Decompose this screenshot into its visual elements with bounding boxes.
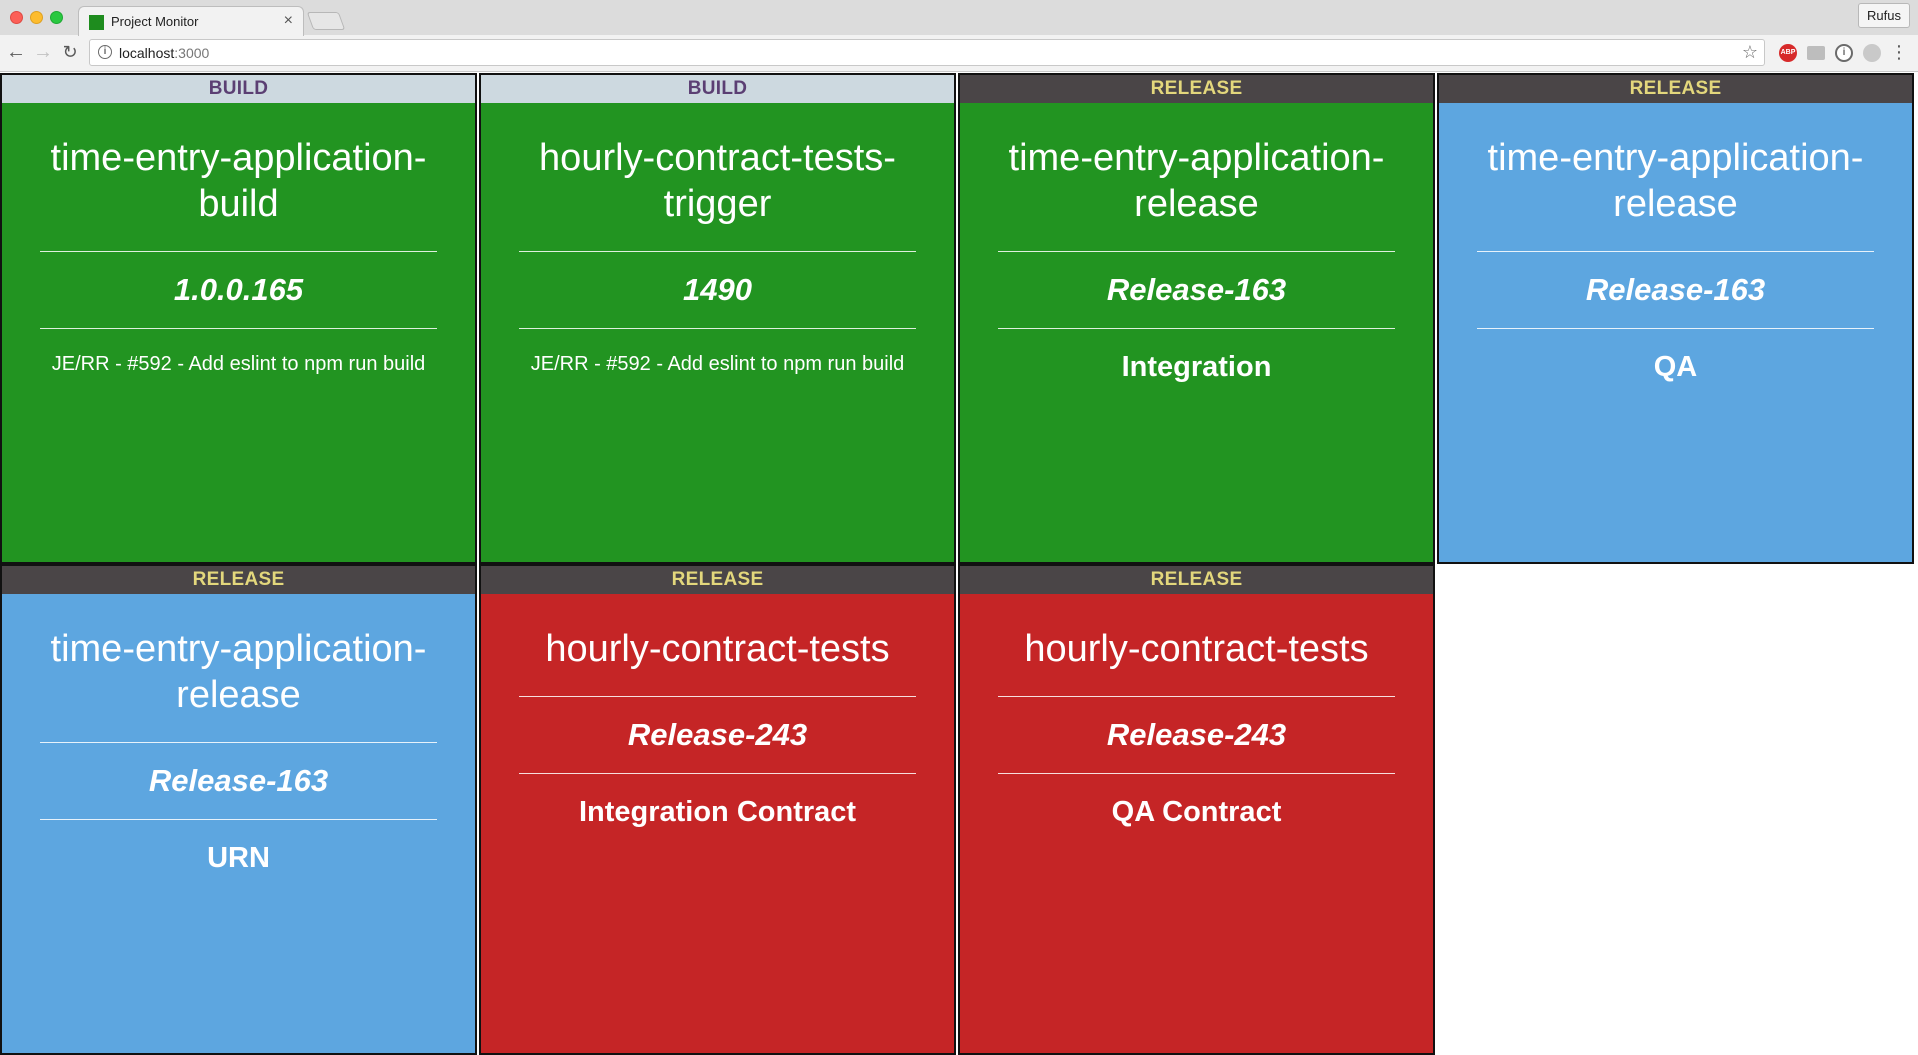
info-icon[interactable]: i (98, 45, 112, 59)
tile-status-panel: hourly-contract-tests-trigger 1490 JE/RR… (481, 103, 954, 562)
tile-type-label: RELEASE (960, 566, 1433, 594)
environment-label: QA (1653, 351, 1698, 383)
project-tile[interactable]: BUILD time-entry-application-build 1.0.0… (0, 73, 477, 564)
project-detail: JE/RR - #592 - Add eslint to npm run bui… (530, 353, 905, 375)
browser-toolbar: ← → ↻ i localhost:3000 ☆ ABP i ⋮ (0, 35, 1918, 71)
tile-status-panel: hourly-contract-tests Release-243 Integr… (481, 594, 954, 1053)
project-tile[interactable]: RELEASE time-entry-application-release R… (0, 564, 477, 1055)
extension-muted-icon[interactable] (1863, 44, 1881, 62)
forward-arrow-icon[interactable]: → (31, 41, 55, 65)
new-tab-button[interactable] (306, 12, 346, 30)
tile-type-label: RELEASE (481, 566, 954, 594)
extension-icon[interactable] (1807, 46, 1825, 60)
project-name: time-entry-application-release (50, 628, 427, 716)
tab-title: Project Monitor (111, 14, 199, 29)
project-version: Release-243 (1106, 717, 1287, 752)
star-icon[interactable]: ☆ (1742, 42, 1758, 63)
tile-status-panel: hourly-contract-tests Release-243 QA Con… (960, 594, 1433, 1053)
project-name: time-entry-application-release (1008, 137, 1385, 225)
project-name: time-entry-application-build (50, 137, 427, 225)
url-text[interactable]: localhost:3000 (119, 45, 209, 61)
tile-status-panel: time-entry-application-release Release-1… (960, 103, 1433, 562)
project-name: hourly-contract-tests-trigger (539, 137, 896, 225)
project-version: 1.0.0.165 (173, 272, 304, 307)
project-version: Release-163 (1585, 272, 1766, 307)
tile-type-label: BUILD (481, 75, 954, 103)
tab-close-icon[interactable]: × (284, 12, 293, 30)
tab-project-monitor[interactable]: Project Monitor × (78, 6, 304, 36)
project-name: time-entry-application-release (1487, 137, 1864, 225)
browser-chrome: Project Monitor × Rufus ← → ↻ i localhos… (0, 0, 1918, 72)
url-port: :3000 (174, 45, 210, 61)
adblock-icon[interactable]: ABP (1779, 44, 1797, 62)
tab-strip: Project Monitor × Rufus (0, 0, 1918, 36)
project-tile[interactable]: BUILD hourly-contract-tests-trigger 1490… (479, 73, 956, 564)
back-arrow-icon[interactable]: ← (4, 41, 28, 65)
profile-button[interactable]: Rufus (1858, 3, 1910, 28)
close-window-button[interactable] (10, 11, 23, 24)
url-host: localhost (119, 45, 175, 61)
project-tile[interactable]: RELEASE time-entry-application-release R… (1437, 73, 1914, 564)
zoom-window-button[interactable] (50, 11, 63, 24)
tile-type-label: RELEASE (1439, 75, 1912, 103)
environment-label: Integration Contract (578, 796, 857, 828)
project-version: Release-163 (1106, 272, 1287, 307)
project-monitor-grid: BUILD time-entry-application-build 1.0.0… (0, 73, 1918, 1055)
project-tile[interactable]: RELEASE hourly-contract-tests Release-24… (479, 564, 956, 1055)
address-bar[interactable]: i localhost:3000 ☆ (89, 39, 1765, 66)
project-tile[interactable]: RELEASE time-entry-application-release R… (958, 73, 1435, 564)
environment-label: QA Contract (1111, 796, 1282, 828)
tile-type-label: BUILD (2, 75, 475, 103)
project-name: hourly-contract-tests (545, 628, 890, 670)
project-version: Release-243 (627, 717, 808, 752)
environment-label: URN (207, 842, 270, 874)
environment-label: Integration (1121, 351, 1272, 383)
menu-dots-icon[interactable]: ⋮ (1890, 41, 1908, 63)
project-version: 1490 (683, 272, 752, 307)
minimize-window-button[interactable] (30, 11, 43, 24)
tile-status-panel: time-entry-application-build 1.0.0.165 J… (2, 103, 475, 562)
tile-status-panel: time-entry-application-release Release-1… (1439, 103, 1912, 562)
project-name: hourly-contract-tests (1024, 628, 1369, 670)
project-tile[interactable]: RELEASE hourly-contract-tests Release-24… (958, 564, 1435, 1055)
tile-status-panel: time-entry-application-release Release-1… (2, 594, 475, 1053)
reload-icon[interactable]: ↻ (58, 41, 82, 65)
tile-type-label: RELEASE (960, 75, 1433, 103)
tile-type-label: RELEASE (2, 566, 475, 594)
favicon-icon (89, 15, 104, 30)
project-version: Release-163 (148, 763, 329, 798)
extension-info-icon[interactable]: i (1835, 44, 1853, 62)
project-detail: JE/RR - #592 - Add eslint to npm run bui… (51, 353, 426, 375)
